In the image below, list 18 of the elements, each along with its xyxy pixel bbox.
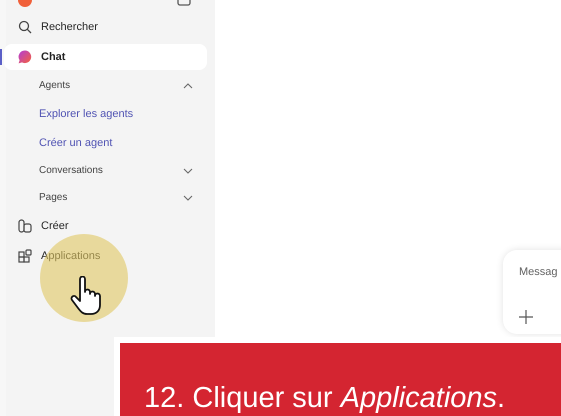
nav-item[interactable]: Rechercher xyxy=(4,14,207,40)
sidebar-link[interactable]: Créer un agent xyxy=(0,128,207,157)
nav-item[interactable]: Chat xyxy=(4,44,207,70)
section-header[interactable]: Agents xyxy=(0,72,207,99)
search-icon xyxy=(18,20,32,34)
chat-bubble-icon xyxy=(18,50,32,64)
hand-cursor-icon xyxy=(69,276,103,316)
sidebar-link[interactable]: Explorer les agents xyxy=(0,99,207,128)
instruction-text: 12. Cliquer sur Applications. xyxy=(144,381,506,415)
nav-item[interactable]: Créer xyxy=(4,213,207,239)
section-header[interactable]: Conversations xyxy=(0,157,207,184)
message-box[interactable]: Messag xyxy=(503,250,561,334)
section-header[interactable]: Pages xyxy=(0,184,207,211)
plus-icon[interactable] xyxy=(519,310,533,324)
apps-icon xyxy=(18,249,32,263)
selection-indicator xyxy=(0,49,2,65)
message-placeholder: Messag xyxy=(519,266,559,278)
create-icon xyxy=(18,219,32,233)
